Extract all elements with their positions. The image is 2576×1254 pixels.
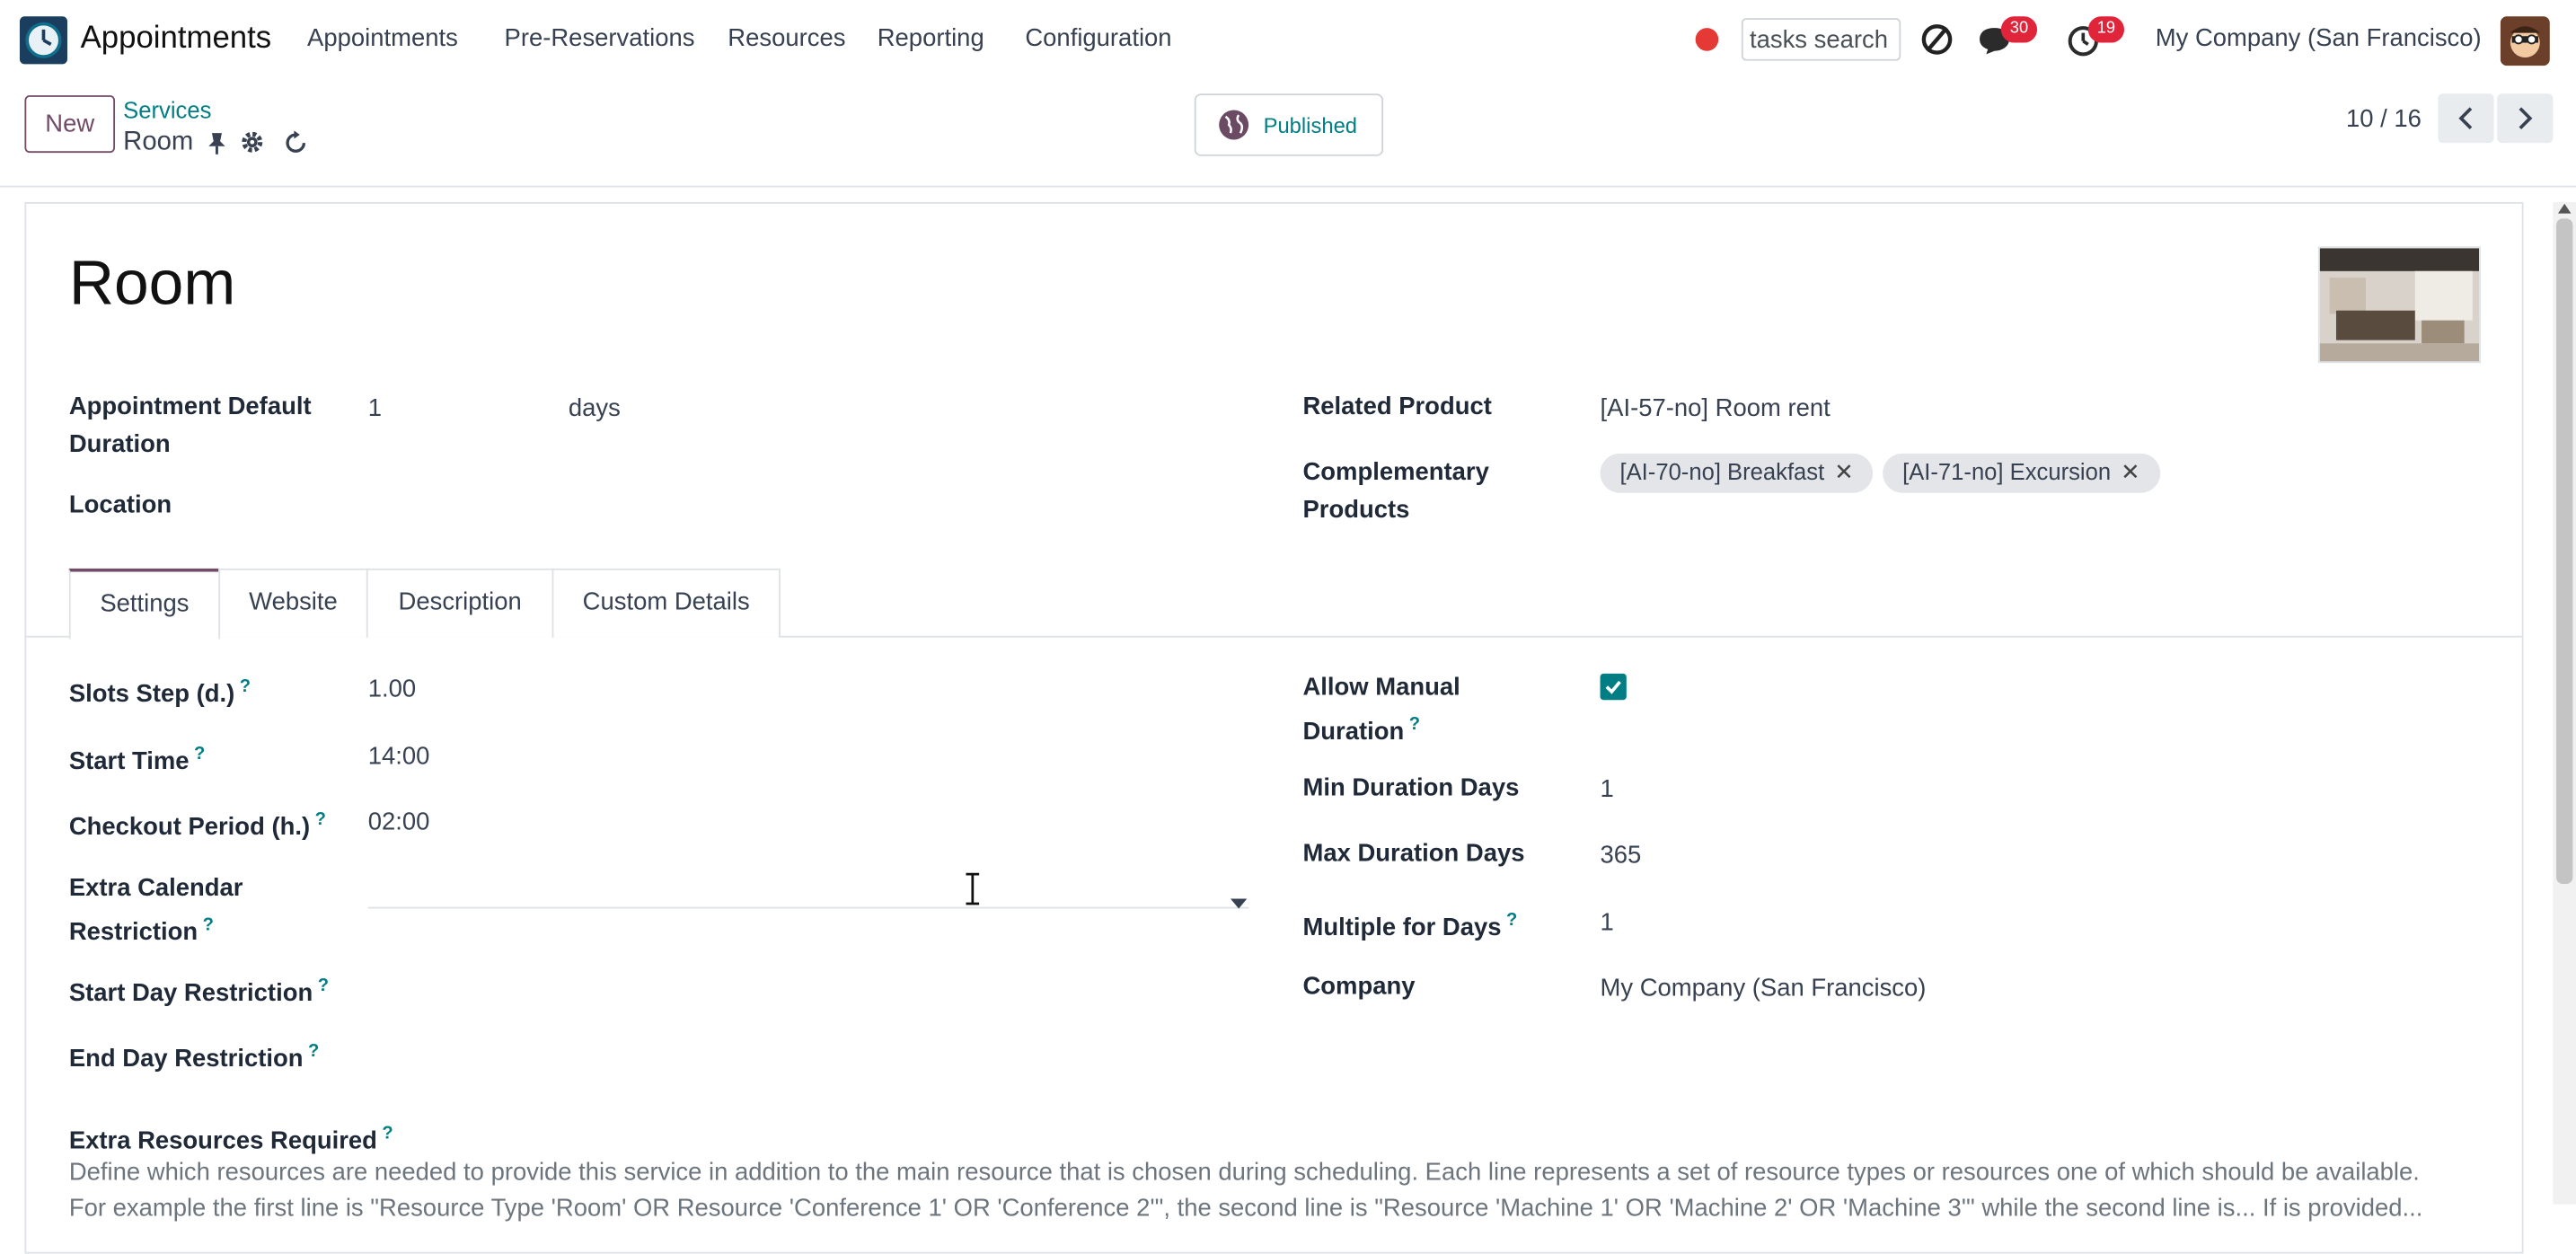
tab-description[interactable]: Description (366, 568, 554, 638)
extra-calendar-restriction-select[interactable] (368, 870, 1248, 906)
service-image[interactable] (2317, 246, 2481, 364)
max-duration-days-value[interactable]: 365 (1601, 836, 1642, 874)
duration-label: Appointment Default Duration (68, 393, 312, 459)
allow-manual-duration-checkbox[interactable] (1600, 673, 1627, 701)
tab-custom-details[interactable]: Custom Details (551, 568, 781, 638)
scrollbar-thumb[interactable] (2556, 218, 2573, 885)
duration-unit: days (568, 393, 621, 423)
checkout-period-value[interactable]: 02:00 (368, 803, 430, 841)
tab-settings[interactable]: Settings (68, 568, 221, 640)
discard-refresh-icon[interactable] (283, 129, 309, 163)
company-field[interactable]: My Company (San Francisco) (1601, 969, 1927, 1007)
odoobot-icon[interactable] (1920, 23, 1954, 65)
description-line: For example the first line is "Resource … (68, 1194, 2423, 1223)
duration-value-input[interactable]: 1 (368, 389, 382, 427)
menu-configuration[interactable]: Configuration (1025, 24, 1171, 52)
text-cursor-icon (963, 872, 983, 914)
location-label: Location (68, 490, 172, 519)
activities-badge: 19 (2087, 16, 2125, 43)
company-label: Company (1302, 972, 1416, 1001)
start-day-restriction-label: Start Day Restriction? (68, 976, 330, 1008)
control-panel: New Services Room Published 10 / 16 (0, 82, 2576, 188)
slots-step-value[interactable]: 1.00 (368, 670, 416, 708)
end-day-restriction-label: End Day Restriction? (68, 1041, 320, 1073)
breadcrumb-current: Room (123, 128, 194, 156)
pager-value[interactable]: 10 / 16 (2346, 105, 2422, 133)
start-time-label: Start Time? (68, 744, 206, 776)
tasks-search-input[interactable] (1741, 18, 1901, 61)
menu-appointments[interactable]: Appointments (307, 24, 458, 52)
app-logo-icon[interactable] (19, 16, 67, 65)
checkout-period-label: Checkout Period (h.)? (68, 809, 326, 842)
globe-icon (1217, 109, 1250, 146)
recording-indicator-icon[interactable] (1695, 28, 1719, 51)
start-time-value[interactable]: 14:00 (368, 737, 430, 775)
published-label: Published (1263, 113, 1358, 138)
allow-manual-duration-label: Allow Manual Duration? (1302, 673, 1460, 746)
app-title[interactable]: Appointments (81, 22, 272, 57)
description-line: Define which resources are needed to pro… (68, 1158, 2420, 1187)
record-title[interactable]: Room (69, 250, 235, 321)
multiple-for-days-value[interactable]: 1 (1601, 904, 1614, 941)
gear-icon[interactable] (240, 129, 264, 163)
extra-calendar-restriction-label: Extra Calendar Restriction? (68, 874, 243, 947)
menu-reporting[interactable]: Reporting (878, 24, 984, 52)
tag-label: [AI-70-no] Breakfast (1619, 458, 1825, 485)
tab-website[interactable]: Website (218, 568, 368, 638)
tag-remove-icon[interactable]: ✕ (2121, 458, 2139, 484)
min-duration-days-label: Min Duration Days (1302, 773, 1520, 802)
related-product-field[interactable]: [AI-57-no] Room rent (1601, 389, 1831, 427)
top-navbar: Appointments Appointments Pre-Reservatio… (0, 0, 2576, 83)
app-root: Appointments Appointments Pre-Reservatio… (0, 0, 2576, 1254)
complementary-products-label: Complementary Products (1302, 458, 1489, 525)
complementary-tag[interactable]: [AI-70-no] Breakfast ✕ (1600, 453, 1874, 493)
extra-resources-description: Define which resources are needed to pro… (69, 1155, 2484, 1227)
breadcrumb-services-link[interactable]: Services (123, 97, 211, 123)
new-button[interactable]: New (24, 95, 116, 154)
multiple-for-days-label: Multiple for Days? (1302, 910, 1518, 942)
dropdown-caret-icon[interactable] (1230, 888, 1248, 917)
select-underline (367, 906, 1249, 909)
tag-label: [AI-71-no] Excursion (1902, 458, 2112, 485)
menu-resources[interactable]: Resources (728, 24, 845, 52)
extra-resources-label: Extra Resources Required? (68, 1124, 393, 1155)
min-duration-days-value[interactable]: 1 (1601, 771, 1614, 808)
published-toggle-button[interactable]: Published (1194, 93, 1384, 156)
tag-remove-icon[interactable]: ✕ (1834, 458, 1853, 484)
scroll-up-arrow-icon[interactable] (2557, 192, 2572, 222)
user-avatar[interactable] (2500, 16, 2550, 66)
pin-icon[interactable] (207, 131, 226, 163)
menu-pre-reservations[interactable]: Pre-Reservations (505, 24, 695, 52)
complementary-tag[interactable]: [AI-71-no] Excursion ✕ (1883, 453, 2160, 493)
messages-badge: 30 (2000, 16, 2038, 43)
related-product-label: Related Product (1302, 393, 1492, 421)
form-sheet (24, 201, 2524, 1254)
slots-step-label: Slots Step (d.)? (68, 676, 251, 709)
pager-previous-button[interactable] (2438, 93, 2494, 144)
company-switcher[interactable]: My Company (San Francisco) (2156, 24, 2482, 52)
max-duration-days-label: Max Duration Days (1302, 839, 1525, 868)
pager-next-button[interactable] (2497, 93, 2554, 144)
